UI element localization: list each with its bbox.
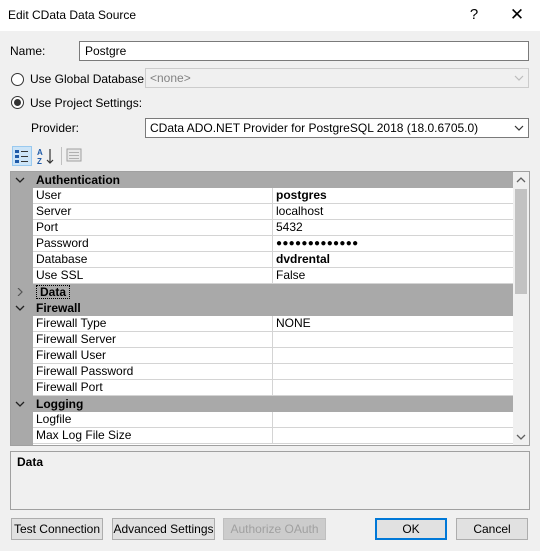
help-button[interactable]: ? xyxy=(451,0,497,30)
chevron-down-icon xyxy=(15,401,25,407)
property-name: Database xyxy=(33,252,273,268)
grid-scrollbar[interactable] xyxy=(513,172,529,445)
password-value[interactable]: ●●●●●●●●●●●●● xyxy=(273,236,513,252)
property-value[interactable] xyxy=(273,428,513,444)
property-row-firewall-server[interactable]: Firewall Server xyxy=(11,332,513,348)
svg-text:Z: Z xyxy=(37,157,42,166)
property-row-password[interactable]: Password ●●●●●●●●●●●●● xyxy=(11,236,513,252)
category-authentication[interactable]: Authentication xyxy=(11,172,513,188)
close-button[interactable]: ✕ xyxy=(494,0,540,30)
property-row-firewall-password[interactable]: Firewall Password xyxy=(11,364,513,380)
property-name: Logfile xyxy=(33,412,273,428)
description-title: Data xyxy=(17,455,44,469)
property-name: Firewall User xyxy=(33,348,273,364)
property-name: User xyxy=(33,188,273,204)
property-row-server[interactable]: Server localhost xyxy=(11,204,513,220)
name-label: Name: xyxy=(10,44,46,58)
property-pages-icon xyxy=(66,148,82,162)
property-name: Max Log File Size xyxy=(33,428,273,444)
property-row-firewall-user[interactable]: Firewall User xyxy=(11,348,513,364)
svg-text:A: A xyxy=(37,148,43,157)
scroll-down-icon[interactable] xyxy=(513,429,529,445)
property-row-database[interactable]: Database dvdrental xyxy=(11,252,513,268)
alphabetical-button[interactable]: A Z xyxy=(36,146,56,166)
property-name: Firewall Port xyxy=(33,380,273,396)
name-input[interactable]: Postgre xyxy=(79,41,529,61)
advanced-settings-button[interactable]: Advanced Settings xyxy=(112,518,215,540)
property-row-firewall-port[interactable]: Firewall Port xyxy=(11,380,513,396)
property-value[interactable]: 5432 xyxy=(273,220,513,236)
property-value[interactable] xyxy=(273,332,513,348)
property-name: Use SSL xyxy=(33,268,273,284)
category-title: Firewall xyxy=(36,301,81,315)
provider-value: CData ADO.NET Provider for PostgreSQL 20… xyxy=(150,121,479,135)
property-value[interactable]: postgres xyxy=(273,188,513,204)
property-value[interactable] xyxy=(273,348,513,364)
property-value[interactable] xyxy=(273,380,513,396)
property-row-port[interactable]: Port 5432 xyxy=(11,220,513,236)
grid-rows: Authentication User postgres Server loca… xyxy=(11,172,513,444)
global-database-label: Use Global Database: xyxy=(30,72,148,86)
global-database-radio[interactable] xyxy=(11,73,24,86)
categorized-button[interactable] xyxy=(12,146,32,166)
property-value[interactable]: localhost xyxy=(273,204,513,220)
category-firewall[interactable]: Firewall xyxy=(11,300,513,316)
test-connection-button[interactable]: Test Connection xyxy=(11,518,103,540)
chevron-down-icon xyxy=(514,125,524,131)
property-row-max-log-file-size[interactable]: Max Log File Size xyxy=(11,428,513,444)
project-settings-label: Use Project Settings: xyxy=(30,96,143,110)
provider-select[interactable]: CData ADO.NET Provider for PostgreSQL 20… xyxy=(145,118,529,138)
cancel-button[interactable]: Cancel xyxy=(456,518,528,540)
property-row-firewall-type[interactable]: Firewall Type NONE xyxy=(11,316,513,332)
global-database-value: <none> xyxy=(150,71,191,85)
property-pages-button[interactable] xyxy=(65,146,85,166)
property-name: Port xyxy=(33,220,273,236)
property-name: Password xyxy=(33,236,273,252)
alphabetical-icon: A Z xyxy=(37,148,54,166)
property-name: Firewall Server xyxy=(33,332,273,348)
property-value[interactable]: False xyxy=(273,268,513,284)
chevron-down-icon xyxy=(15,177,25,183)
property-value[interactable] xyxy=(273,364,513,380)
description-panel: Data xyxy=(10,451,530,510)
title-bar: Edit CData Data Source ? ✕ xyxy=(0,0,540,31)
property-value[interactable]: dvdrental xyxy=(273,252,513,268)
authorize-oauth-button[interactable]: Authorize OAuth xyxy=(223,518,326,540)
chevron-down-icon xyxy=(15,305,25,311)
category-title: Authentication xyxy=(36,173,120,187)
window-title: Edit CData Data Source xyxy=(8,8,137,22)
property-value[interactable] xyxy=(273,412,513,428)
chevron-down-icon xyxy=(514,75,524,81)
global-database-select[interactable]: <none> xyxy=(145,68,529,88)
property-row-user[interactable]: User postgres xyxy=(11,188,513,204)
categorized-icon xyxy=(15,150,28,163)
scroll-up-icon[interactable] xyxy=(513,172,529,188)
scroll-thumb[interactable] xyxy=(515,189,527,294)
category-data[interactable]: Data xyxy=(11,284,513,300)
category-title: Data xyxy=(36,285,71,299)
property-value[interactable]: NONE xyxy=(273,316,513,332)
property-name: Firewall Password xyxy=(33,364,273,380)
category-title: Logging xyxy=(36,397,84,411)
chevron-right-icon xyxy=(17,288,23,296)
property-grid[interactable]: Authentication User postgres Server loca… xyxy=(10,171,530,446)
property-name: Server xyxy=(33,204,273,220)
property-name: Firewall Type xyxy=(33,316,273,332)
provider-label: Provider: xyxy=(31,121,80,135)
property-row-use-ssl[interactable]: Use SSL False xyxy=(11,268,513,284)
ok-button[interactable]: OK xyxy=(375,518,447,540)
property-row-logfile[interactable]: Logfile xyxy=(11,412,513,428)
category-logging[interactable]: Logging xyxy=(11,396,513,412)
toolbar-separator xyxy=(61,147,62,165)
project-settings-radio[interactable] xyxy=(11,96,24,109)
